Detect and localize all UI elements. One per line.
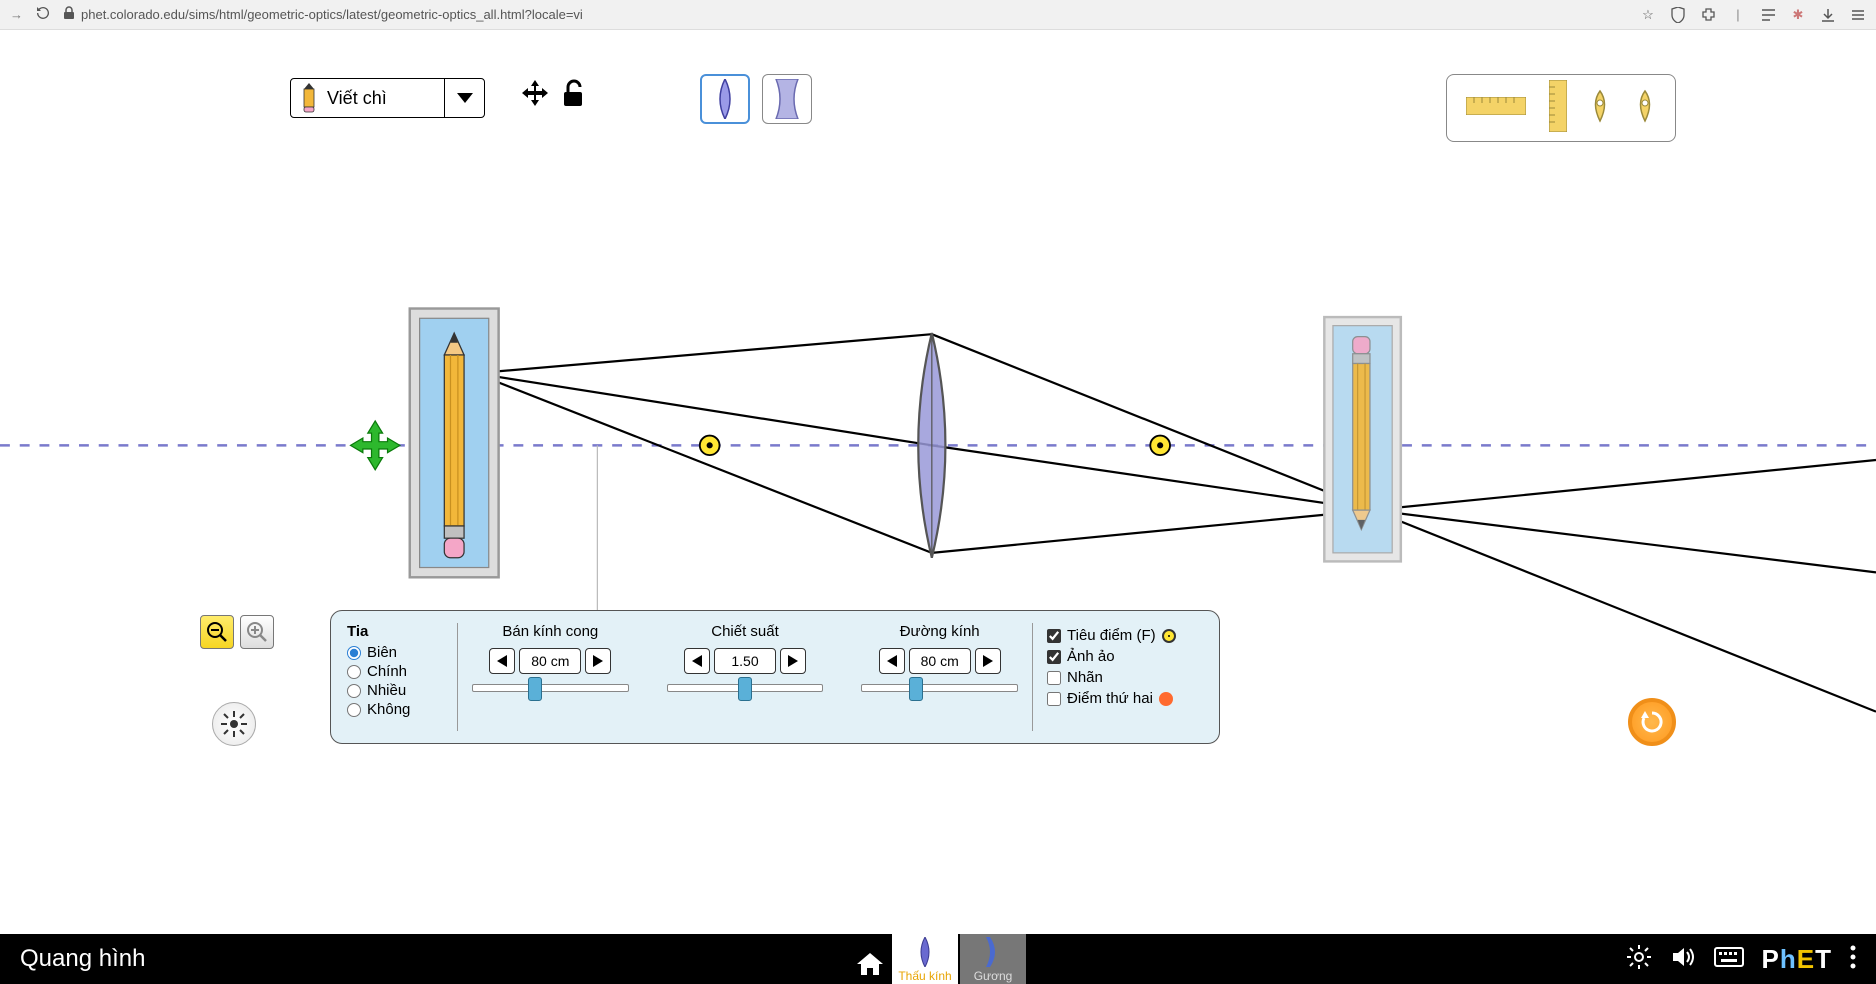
home-button[interactable] bbox=[850, 944, 890, 984]
url-text: phet.colorado.edu/sims/html/geometric-op… bbox=[81, 7, 583, 22]
tab-lens[interactable]: Thấu kính bbox=[892, 934, 958, 984]
diameter-increment[interactable] bbox=[975, 648, 1001, 674]
rays-title: Tia bbox=[347, 623, 457, 640]
marker-2-icon[interactable] bbox=[1634, 89, 1656, 128]
radius-value[interactable]: 80 cm bbox=[519, 648, 581, 674]
toolbox bbox=[1446, 74, 1676, 142]
sim-title: Quang hình bbox=[20, 945, 145, 973]
ray-option-many[interactable]: Nhiều bbox=[347, 682, 457, 699]
diameter-slider: Đường kính 80 cm bbox=[857, 623, 1022, 731]
move-icon[interactable] bbox=[520, 78, 550, 108]
diameter-value[interactable]: 80 cm bbox=[909, 648, 971, 674]
pencil-icon bbox=[291, 83, 327, 113]
bottom-bar: Quang hình Thấu kính Gương PhET bbox=[0, 934, 1876, 984]
focal-point-icon bbox=[1162, 629, 1176, 643]
check-virtual-image[interactable]: Ảnh ảo bbox=[1047, 648, 1203, 665]
tab-mirror[interactable]: Gương bbox=[960, 934, 1026, 984]
optics-scene bbox=[0, 30, 1876, 934]
sim-canvas: Viết chì bbox=[0, 30, 1876, 934]
ruler-vertical-icon[interactable] bbox=[1549, 80, 1567, 137]
mirror-tab-icon bbox=[973, 935, 1013, 969]
extensions-icon[interactable] bbox=[1700, 7, 1716, 23]
diameter-track[interactable] bbox=[861, 684, 1018, 692]
browser-right-icons: ☆ | ✱ bbox=[1640, 7, 1866, 23]
ray-option-principal[interactable]: Chính bbox=[347, 663, 457, 680]
zoom-out-button[interactable] bbox=[200, 615, 234, 649]
checkbox-group: Tiêu điểm (F) Ảnh ảo Nhãn Điểm thứ hai bbox=[1033, 623, 1203, 731]
concave-lens-button[interactable] bbox=[762, 74, 812, 124]
divider: | bbox=[1730, 7, 1746, 23]
image-pencil-frame bbox=[1324, 317, 1401, 561]
phet-logo[interactable]: PhET bbox=[1762, 944, 1832, 975]
lens bbox=[918, 333, 945, 558]
move-object-handle bbox=[351, 421, 400, 470]
second-point-icon bbox=[1159, 692, 1173, 706]
browser-bar: → phet.colorado.edu/sims/html/geometric-… bbox=[0, 0, 1876, 30]
index-value[interactable]: 1.50 bbox=[714, 648, 776, 674]
lens-type-selector bbox=[700, 74, 812, 124]
ray-option-none[interactable]: Không bbox=[347, 701, 457, 718]
rays-radio-group: Tia Biên Chính Nhiều Không bbox=[347, 623, 457, 731]
forward-icon[interactable]: → bbox=[10, 7, 23, 22]
radius-track[interactable] bbox=[472, 684, 629, 692]
check-labels[interactable]: Nhãn bbox=[1047, 669, 1203, 686]
ray-option-marginal[interactable]: Biên bbox=[347, 644, 457, 661]
shield-icon[interactable] bbox=[1670, 7, 1686, 23]
object-pencil-frame bbox=[410, 309, 499, 578]
reload-icon[interactable] bbox=[35, 5, 51, 24]
avatar-icon[interactable]: ✱ bbox=[1790, 7, 1806, 23]
ruler-horizontal-icon[interactable] bbox=[1466, 97, 1526, 120]
dropdown-label: Viết chì bbox=[327, 88, 444, 109]
index-increment[interactable] bbox=[780, 648, 806, 674]
chevron-down-icon bbox=[444, 79, 484, 117]
bottom-right-icons: PhET bbox=[1626, 944, 1856, 975]
diameter-thumb[interactable] bbox=[909, 677, 923, 701]
star-icon[interactable]: ☆ bbox=[1640, 7, 1656, 23]
object-dropdown[interactable]: Viết chì bbox=[290, 78, 485, 118]
control-panel: Tia Biên Chính Nhiều Không Bán kính cong… bbox=[330, 610, 1220, 744]
check-focal-points[interactable]: Tiêu điểm (F) bbox=[1047, 627, 1203, 644]
gear-icon[interactable] bbox=[1626, 944, 1652, 975]
menu-icon[interactable] bbox=[1850, 7, 1866, 23]
diameter-decrement[interactable] bbox=[879, 648, 905, 674]
index-thumb[interactable] bbox=[738, 677, 752, 701]
keyboard-icon[interactable] bbox=[1714, 947, 1744, 972]
zoom-controls bbox=[200, 615, 274, 649]
kebab-icon[interactable] bbox=[1850, 945, 1856, 974]
audio-icon[interactable] bbox=[1670, 944, 1696, 975]
download-icon[interactable] bbox=[1820, 7, 1836, 23]
index-track[interactable] bbox=[667, 684, 824, 692]
radius-increment[interactable] bbox=[585, 648, 611, 674]
check-second-point[interactable]: Điểm thứ hai bbox=[1047, 690, 1203, 707]
index-slider: Chiết suất 1.50 bbox=[663, 623, 828, 731]
lock-icon bbox=[63, 6, 75, 23]
radius-thumb[interactable] bbox=[528, 677, 542, 701]
focal-point-right bbox=[1150, 436, 1170, 456]
marker-1-icon[interactable] bbox=[1589, 89, 1611, 128]
zoom-in-button[interactable] bbox=[240, 615, 274, 649]
focal-point-left bbox=[700, 436, 720, 456]
url-bar[interactable]: phet.colorado.edu/sims/html/geometric-op… bbox=[63, 6, 1628, 23]
reset-button[interactable] bbox=[1628, 698, 1676, 746]
lens-tab-icon bbox=[905, 935, 945, 969]
index-decrement[interactable] bbox=[684, 648, 710, 674]
light-rays-button[interactable] bbox=[212, 702, 256, 746]
screen-tabs: Thấu kính Gương bbox=[850, 934, 1026, 984]
radius-decrement[interactable] bbox=[489, 648, 515, 674]
move-lock-group bbox=[520, 78, 588, 108]
radius-slider: Bán kính cong 80 cm bbox=[468, 623, 633, 731]
unlock-icon[interactable] bbox=[562, 78, 588, 108]
sliders: Bán kính cong 80 cm Chiết suất 1.50 Đư bbox=[457, 623, 1033, 731]
convex-lens-button[interactable] bbox=[700, 74, 750, 124]
reading-list-icon[interactable] bbox=[1760, 7, 1776, 23]
